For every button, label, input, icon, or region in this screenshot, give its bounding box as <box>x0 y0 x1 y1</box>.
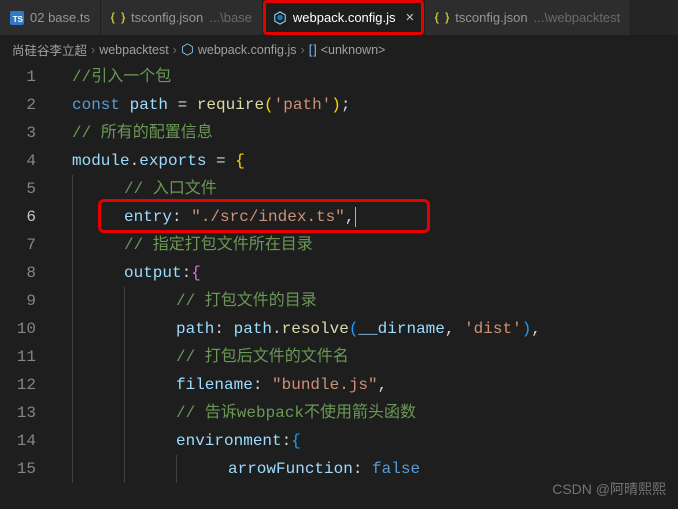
js-icon <box>273 11 287 25</box>
line-number: 12 <box>0 371 36 399</box>
chevron-right-icon: › <box>173 43 177 57</box>
brackets-icon: [ ] <box>309 43 317 57</box>
ts-icon: TS <box>10 11 24 25</box>
code-line[interactable]: module.exports = { <box>56 147 678 175</box>
tab-base-ts[interactable]: TS 02 base.ts <box>0 0 101 35</box>
line-number: 8 <box>0 259 36 287</box>
breadcrumb-root[interactable]: 尚硅谷李立超 <box>12 40 87 59</box>
tab-label: tsconfig.json <box>131 10 203 25</box>
line-number: 3 <box>0 119 36 147</box>
json-icon <box>111 11 125 25</box>
line-number: 2 <box>0 91 36 119</box>
tab-tsconfig-base[interactable]: tsconfig.json ...\base <box>101 0 263 35</box>
tab-label: webpack.config.js <box>293 10 396 25</box>
tab-label: tsconfig.json <box>455 10 527 25</box>
tab-dir: ...\webpacktest <box>534 10 621 25</box>
tab-tsconfig-webpacktest[interactable]: tsconfig.json ...\webpacktest <box>425 0 631 35</box>
code-line[interactable]: output:{ <box>56 259 678 287</box>
line-number: 4 <box>0 147 36 175</box>
line-number: 15 <box>0 455 36 483</box>
code-line[interactable]: environment:{ <box>56 427 678 455</box>
code-line[interactable]: path: path.resolve(__dirname, 'dist'), <box>56 315 678 343</box>
breadcrumb-symbol[interactable]: [ ] <unknown> <box>309 43 386 57</box>
code-line[interactable]: // 入口文件 <box>56 175 678 203</box>
close-icon[interactable]: × <box>406 10 415 25</box>
code-line[interactable]: // 打包后文件的文件名 <box>56 343 678 371</box>
line-number: 7 <box>0 231 36 259</box>
line-number: 11 <box>0 343 36 371</box>
breadcrumb-file[interactable]: webpack.config.js <box>181 43 297 57</box>
code-line[interactable]: filename: "bundle.js", <box>56 371 678 399</box>
tab-webpack-config[interactable]: webpack.config.js × <box>263 0 425 35</box>
line-number-gutter: 123456789101112131415 <box>0 63 56 483</box>
code-line[interactable]: //引入一个包 <box>56 63 678 91</box>
line-number: 10 <box>0 315 36 343</box>
tab-dir: ...\base <box>209 10 252 25</box>
chevron-right-icon: › <box>301 43 305 57</box>
code-area[interactable]: //引入一个包const path = require('path');// 所… <box>56 63 678 483</box>
breadcrumb-folder[interactable]: webpacktest <box>99 43 168 57</box>
watermark: CSDN @阿晴熙熙 <box>552 479 666 499</box>
text-cursor <box>355 207 356 227</box>
code-line[interactable]: const path = require('path'); <box>56 91 678 119</box>
code-line[interactable]: // 打包文件的目录 <box>56 287 678 315</box>
code-line[interactable]: entry: "./src/index.ts", <box>56 203 678 231</box>
code-line[interactable]: // 告诉webpack不使用箭头函数 <box>56 399 678 427</box>
line-number: 5 <box>0 175 36 203</box>
line-number: 13 <box>0 399 36 427</box>
editor[interactable]: 123456789101112131415 //引入一个包const path … <box>0 63 678 483</box>
code-line[interactable]: // 所有的配置信息 <box>56 119 678 147</box>
json-icon <box>435 11 449 25</box>
line-number: 9 <box>0 287 36 315</box>
line-number: 1 <box>0 63 36 91</box>
tab-bar: TS 02 base.ts tsconfig.json ...\base web… <box>0 0 678 36</box>
tab-label: 02 base.ts <box>30 10 90 25</box>
chevron-right-icon: › <box>91 43 95 57</box>
line-number: 6 <box>0 203 36 231</box>
breadcrumb[interactable]: 尚硅谷李立超 › webpacktest › webpack.config.js… <box>0 36 678 63</box>
line-number: 14 <box>0 427 36 455</box>
code-line[interactable]: // 指定打包文件所在目录 <box>56 231 678 259</box>
